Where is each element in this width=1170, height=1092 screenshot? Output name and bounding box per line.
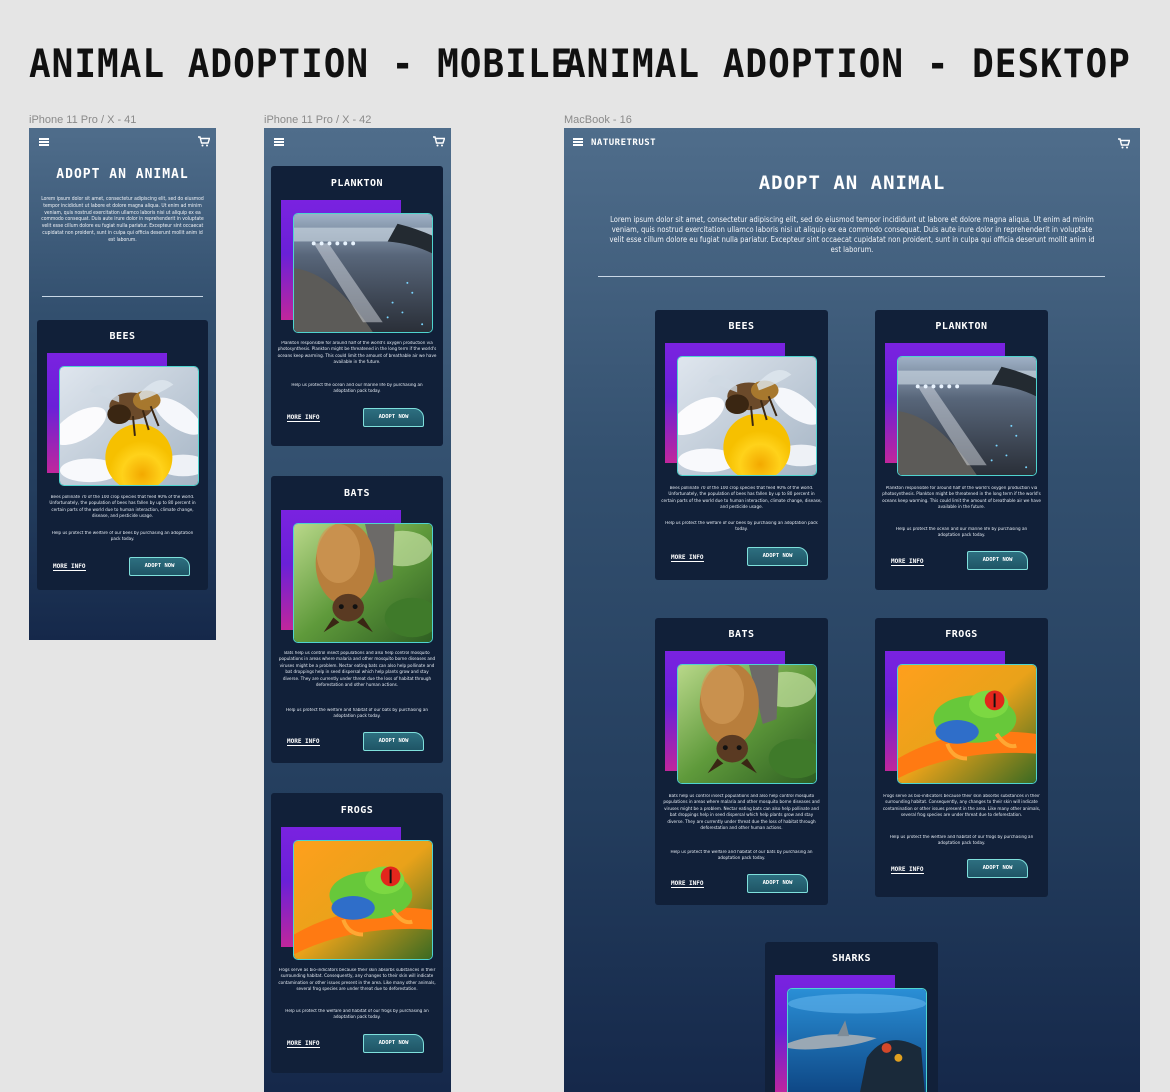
- card-cta-text: Help us protect the welfare and habitat …: [670, 850, 813, 862]
- brand-logo[interactable]: NATURETRUST: [591, 138, 656, 148]
- mobile-frame-2: PLANKTON Plankton responsible for around…: [264, 128, 451, 1092]
- card-description: Frogs serve as bio-indicators because th…: [882, 794, 1041, 819]
- animal-card-plankton: PLANKTON Plankton responsible for around…: [875, 310, 1048, 590]
- card-description: Bats help us control insect populations …: [663, 794, 820, 832]
- animal-card-bats: BATS Bats help us control insect populat…: [655, 618, 828, 905]
- plankton-photo: [897, 356, 1037, 476]
- more-info-link[interactable]: MORE INFO: [287, 738, 320, 746]
- adopt-now-button[interactable]: ADOPT NOW: [363, 732, 424, 751]
- card-cta-text: Help us protect the welfare and habitat …: [286, 708, 428, 720]
- more-info-link[interactable]: MORE INFO: [671, 554, 704, 562]
- card-title: BEES: [109, 331, 136, 342]
- frame-label-desktop: MacBook - 16: [564, 114, 632, 126]
- bee-photo: [59, 366, 199, 486]
- shark-photo: [787, 988, 927, 1092]
- page-title: ADOPT AN ANIMAL: [56, 167, 189, 182]
- more-info-link[interactable]: MORE INFO: [891, 558, 924, 566]
- bat-photo: [677, 664, 817, 784]
- more-info-link[interactable]: MORE INFO: [53, 563, 86, 571]
- animal-card-plankton: PLANKTON Plankton responsible for around…: [271, 166, 443, 446]
- hamburger-menu-icon[interactable]: [573, 138, 583, 146]
- mobile-section-heading: ANIMAL ADOPTION - MOBILE: [29, 42, 574, 88]
- adopt-now-button[interactable]: ADOPT NOW: [747, 874, 808, 893]
- plankton-photo: [293, 213, 433, 333]
- intro-text: Lorem ipsum dolor sit amet, consectetur …: [609, 215, 1095, 255]
- card-description: Bats help us control insect populations …: [278, 651, 436, 689]
- divider: [598, 276, 1105, 277]
- bee-photo: [677, 356, 817, 476]
- animal-card-bats: BATS Bats help us control insect populat…: [271, 476, 443, 763]
- card-description: Plankton responsible for around half of …: [882, 486, 1041, 511]
- card-title: BEES: [728, 321, 755, 332]
- card-cta-text: Help us protect the ocean and our marine…: [291, 383, 423, 395]
- desktop-section-heading: ANIMAL ADOPTION - DESKTOP: [564, 42, 1131, 88]
- animal-card-bees: BEES Bees pollinate 70 of the 100 crop s…: [37, 320, 208, 590]
- hamburger-menu-icon[interactable]: [39, 138, 49, 146]
- desktop-frame: NATURETRUST ADOPT AN ANIMAL Lorem ipsum …: [564, 128, 1140, 1092]
- bat-photo: [293, 523, 433, 643]
- card-title: SHARKS: [831, 953, 872, 964]
- more-info-link[interactable]: MORE INFO: [671, 880, 704, 888]
- card-cta-text: Help us protect the ocean and our marine…: [895, 527, 1028, 539]
- more-info-link[interactable]: MORE INFO: [287, 414, 320, 422]
- adopt-now-button[interactable]: ADOPT NOW: [747, 547, 808, 566]
- card-title: BATS: [343, 488, 371, 499]
- adopt-now-button[interactable]: ADOPT NOW: [363, 1034, 424, 1053]
- card-cta-text: Help us protect the welfare and habitat …: [285, 1009, 429, 1021]
- card-title: FROGS: [945, 629, 978, 640]
- card-cta-text: Help us protect the welfare of our bees …: [665, 521, 818, 533]
- card-description: Bees pollinate 70 of the 100 crop specie…: [661, 486, 822, 511]
- animal-card-frogs: FROGS Frogs serve as bio-indicators beca…: [875, 618, 1048, 897]
- animal-card-sharks: SHARKS: [765, 942, 938, 1092]
- card-title: PLANKTON: [330, 178, 384, 189]
- card-cta-text: Help us protect the welfare and habitat …: [889, 835, 1034, 847]
- card-description: Bees pollinate 70 of the 100 crop specie…: [49, 495, 196, 520]
- adopt-now-button[interactable]: ADOPT NOW: [967, 859, 1028, 878]
- adopt-now-button[interactable]: ADOPT NOW: [129, 557, 190, 576]
- animal-card-bees: BEES Bees pollinate 70 of the 100 crop s…: [655, 310, 828, 580]
- card-title: PLANKTON: [935, 321, 988, 332]
- animal-card-frogs: FROGS Frogs serve as bio-indicators beca…: [271, 793, 443, 1073]
- more-info-link[interactable]: MORE INFO: [891, 866, 924, 874]
- divider: [42, 296, 203, 297]
- intro-text: Lorem ipsum dolor sit amet, consectetur …: [41, 196, 204, 243]
- card-description: Plankton responsible for around half of …: [277, 341, 437, 366]
- card-title: FROGS: [340, 805, 374, 816]
- cart-icon[interactable]: [433, 136, 445, 147]
- cart-icon[interactable]: [1118, 138, 1130, 149]
- frog-photo: [293, 840, 433, 960]
- card-cta-text: Help us protect the welfare of our bees …: [51, 531, 194, 543]
- card-description: Frogs serve as bio-indicators because th…: [278, 968, 436, 993]
- hamburger-menu-icon[interactable]: [274, 138, 284, 146]
- frame-label-mobile-41: iPhone 11 Pro / X - 41: [29, 114, 137, 126]
- cart-icon[interactable]: [198, 136, 210, 147]
- frame-label-mobile-42: iPhone 11 Pro / X - 42: [264, 114, 372, 126]
- mobile-frame-1: ADOPT AN ANIMAL Lorem ipsum dolor sit am…: [29, 128, 216, 640]
- adopt-now-button[interactable]: ADOPT NOW: [363, 408, 424, 427]
- frog-photo: [897, 664, 1037, 784]
- card-title: BATS: [728, 629, 755, 640]
- page-title: ADOPT AN ANIMAL: [758, 172, 946, 194]
- more-info-link[interactable]: MORE INFO: [287, 1040, 320, 1048]
- adopt-now-button[interactable]: ADOPT NOW: [967, 551, 1028, 570]
